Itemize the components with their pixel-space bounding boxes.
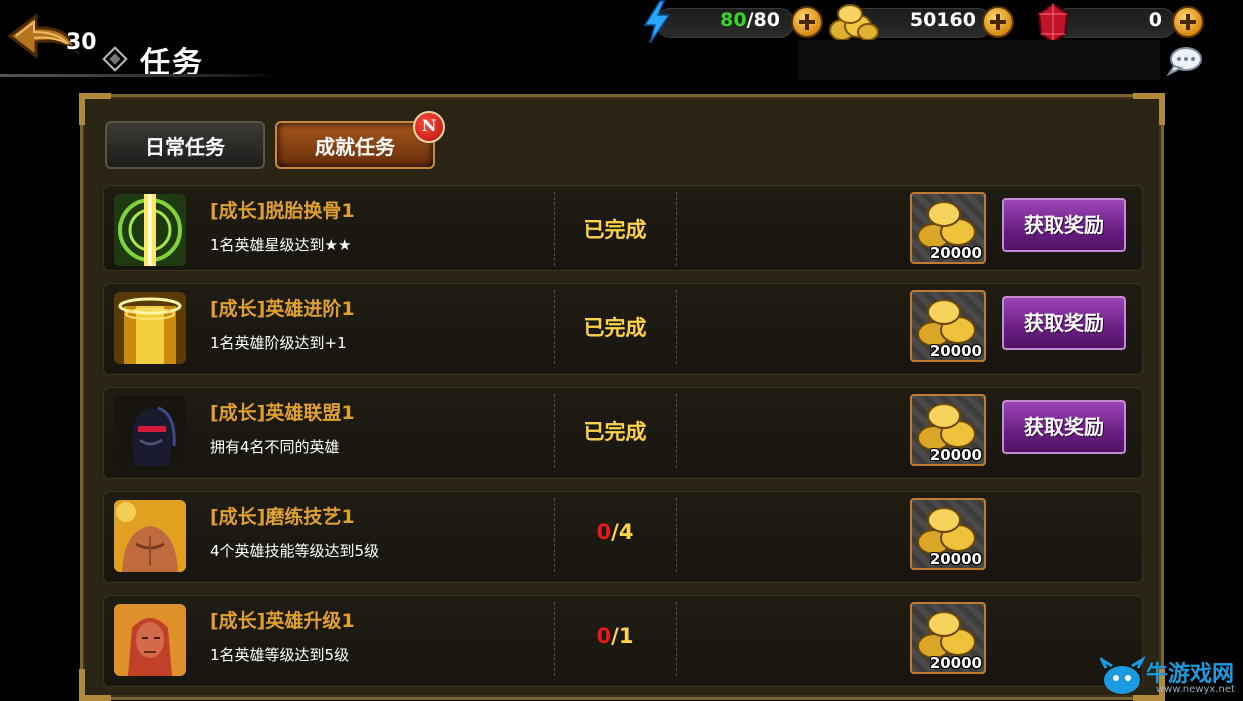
task-status: 已完成 [583, 316, 647, 340]
divider [676, 192, 678, 266]
quest-panel: 日常任务 成就任务 N [成长]脱胎换骨1 1名英雄星级达到★★ 已完成 200… [79, 93, 1165, 701]
task-progress: 0/1 [596, 624, 634, 648]
reward-amount: 20000 [929, 342, 982, 360]
divider [676, 394, 678, 468]
task-list: [成长]脱胎换骨1 1名英雄星级达到★★ 已完成 20000 获取奖励 [成长]… [103, 185, 1143, 699]
gold-coins-icon [829, 4, 879, 41]
reward-gold: 20000 [910, 498, 986, 570]
lightning-icon [643, 0, 671, 44]
reward-amount: 20000 [929, 446, 982, 464]
claim-reward-button[interactable]: 获取奖励 [1002, 400, 1126, 454]
reward-amount: 20000 [929, 550, 982, 568]
gold-value: 50160 [909, 9, 976, 31]
panel-corner [1133, 93, 1165, 125]
watermark-url: www.newyx.net [1156, 684, 1235, 695]
task-row: [成长]英雄升级1 1名英雄等级达到5级 0/1 20000 [103, 595, 1143, 687]
gem-value: 0 [1148, 9, 1162, 31]
panel-corner [79, 93, 111, 125]
task-description: 1名英雄星级达到★★ [210, 236, 352, 254]
task-progress: 0/4 [596, 520, 634, 544]
player-level: 30 [66, 30, 97, 55]
reward-amount: 20000 [929, 244, 982, 262]
task-status: 已完成 [583, 218, 647, 242]
task-description: 4个英雄技能等级达到5级 [210, 542, 380, 560]
ninja-hero-icon [114, 396, 186, 468]
divider [676, 290, 678, 364]
task-row: [成长]英雄联盟1 拥有4名不同的英雄 已完成 20000 获取奖励 [103, 387, 1143, 479]
claim-reward-button[interactable]: 获取奖励 [1002, 296, 1126, 350]
reward-amount: 20000 [929, 654, 982, 672]
tab-achievement-quests[interactable]: 成就任务 [275, 121, 435, 169]
golden-light-icon [114, 194, 186, 266]
task-description: 1名英雄等级达到5级 [210, 646, 350, 664]
task-title: [成长]英雄进阶1 [210, 298, 355, 320]
task-row: [成长]英雄进阶1 1名英雄阶级达到+1 已完成 20000 获取奖励 [103, 283, 1143, 375]
muscle-hero-icon [114, 500, 186, 572]
tab-daily-quests[interactable]: 日常任务 [105, 121, 265, 169]
red-gem-icon [1037, 2, 1069, 44]
divider [676, 498, 678, 572]
task-row: [成长]磨练技艺1 4个英雄技能等级达到5级 0/4 20000 [103, 491, 1143, 583]
task-description: 1名英雄阶级达到+1 [210, 334, 347, 352]
reward-gold: 20000 [910, 394, 986, 466]
energy-value: 80/80 [720, 9, 780, 31]
chat-bubble-icon[interactable] [1166, 46, 1202, 76]
red-hero-icon [114, 604, 186, 676]
task-description: 拥有4名不同的英雄 [210, 438, 340, 456]
task-row: [成长]脱胎换骨1 1名英雄星级达到★★ 已完成 20000 获取奖励 [103, 185, 1143, 271]
reward-gold: 20000 [910, 290, 986, 362]
title-diamond-icon [102, 46, 128, 72]
task-title: [成长]英雄升级1 [210, 610, 355, 632]
task-title: [成长]英雄联盟1 [210, 402, 355, 424]
title-underline [0, 74, 280, 77]
task-title: [成长]磨练技艺1 [210, 506, 355, 528]
reward-gold: 20000 [910, 192, 986, 264]
claim-reward-button[interactable]: 获取奖励 [1002, 198, 1126, 252]
task-status: 已完成 [583, 420, 647, 444]
add-energy-button[interactable] [791, 6, 823, 38]
add-gem-button[interactable] [1172, 6, 1204, 38]
divider [676, 602, 678, 676]
chat-ticker-area [798, 40, 1160, 80]
new-badge: N [413, 111, 445, 143]
task-title: [成长]脱胎换骨1 [210, 200, 355, 222]
reward-gold: 20000 [910, 602, 986, 674]
add-gold-button[interactable] [982, 6, 1014, 38]
golden-halo-icon [114, 292, 186, 364]
